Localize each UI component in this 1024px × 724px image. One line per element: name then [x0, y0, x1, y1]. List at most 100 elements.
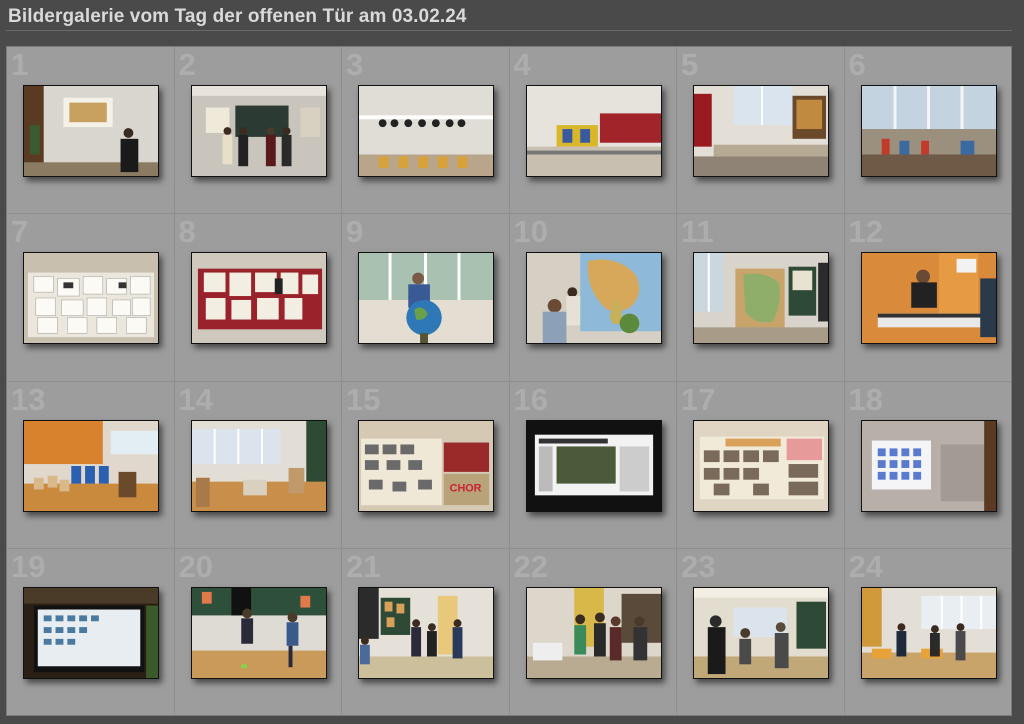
gallery-cell[interactable]: 8: [174, 214, 341, 381]
gallery-item-number: 17: [681, 381, 716, 417]
gallery-thumbnail[interactable]: [190, 419, 327, 512]
thumbnail-image: [359, 253, 493, 344]
gallery-thumbnail[interactable]: [190, 85, 327, 177]
gallery-thumbnail[interactable]: CHOR: [358, 419, 494, 512]
thumbnail-image: [526, 86, 661, 176]
gallery-item-number: 11: [681, 214, 714, 250]
gallery-thumbnail[interactable]: [190, 252, 327, 345]
gallery-cell[interactable]: 16: [509, 381, 676, 548]
gallery-thumbnail[interactable]: [190, 586, 327, 679]
gallery-thumbnail[interactable]: [525, 85, 662, 177]
gallery-cell[interactable]: 11: [677, 214, 844, 381]
gallery-thumbnail[interactable]: [860, 419, 997, 512]
thumbnail-image: [526, 253, 661, 344]
gallery-item-number: 18: [848, 381, 883, 417]
gallery-item-number: 19: [11, 548, 46, 584]
thumbnail-image: [526, 420, 661, 511]
thumbnail-image: [694, 587, 828, 678]
gallery-cell[interactable]: 15 CHOR: [342, 381, 509, 548]
gallery-item-number: 13: [11, 381, 46, 417]
thumbnail-image: [861, 86, 996, 176]
svg-text:CHOR: CHOR: [450, 482, 482, 494]
gallery-item-number: 3: [346, 47, 364, 82]
thumbnail-image: [861, 587, 996, 678]
gallery-thumbnail[interactable]: [358, 586, 494, 679]
gallery-item-number: 20: [178, 548, 213, 584]
gallery-thumbnail[interactable]: [23, 85, 159, 177]
thumbnail-image: [24, 86, 158, 176]
gallery-cell[interactable]: 24: [844, 548, 1011, 715]
gallery-cell[interactable]: 4: [509, 47, 676, 214]
gallery-cell[interactable]: 12: [844, 214, 1011, 381]
gallery-cell[interactable]: 9: [342, 214, 509, 381]
gallery-thumbnail[interactable]: [693, 419, 829, 512]
gallery-cell[interactable]: 1: [7, 47, 174, 214]
gallery-item-number: 2: [178, 47, 196, 82]
gallery-thumbnail[interactable]: [860, 85, 997, 177]
gallery-item-number: 7: [11, 214, 29, 250]
gallery-item-number: 6: [848, 47, 866, 82]
gallery-thumbnail[interactable]: [525, 419, 662, 512]
gallery-thumbnail[interactable]: [693, 586, 829, 679]
gallery-cell[interactable]: 3: [342, 47, 509, 214]
gallery-cell[interactable]: 6: [844, 47, 1011, 214]
gallery-item-number: 21: [346, 548, 381, 584]
gallery-cell[interactable]: 2: [174, 47, 341, 214]
gallery-thumbnail[interactable]: [23, 419, 159, 512]
gallery-cell[interactable]: 19: [7, 548, 174, 715]
thumbnail-image: [359, 587, 493, 678]
gallery-thumbnail[interactable]: [23, 252, 159, 345]
thumbnail-image: [694, 86, 828, 176]
gallery-item-number: 15: [346, 381, 381, 417]
gallery-item-number: 4: [513, 47, 531, 82]
gallery-item-number: 9: [346, 214, 364, 250]
gallery-item-number: 22: [513, 548, 548, 584]
thumbnail-image: CHOR: [359, 420, 493, 511]
gallery-cell[interactable]: 22: [509, 548, 676, 715]
thumbnail-image: [191, 253, 326, 344]
gallery-cell[interactable]: 7: [7, 214, 174, 381]
gallery-thumbnail[interactable]: [860, 252, 997, 345]
gallery-cell[interactable]: 10: [509, 214, 676, 381]
gallery-thumbnail[interactable]: [358, 85, 494, 177]
gallery-thumbnail[interactable]: [525, 586, 662, 679]
gallery-item-number: 10: [513, 214, 548, 250]
gallery-cell[interactable]: 5: [677, 47, 844, 214]
thumbnail-image: [861, 420, 996, 511]
gallery-cell[interactable]: 23: [677, 548, 844, 715]
title-bar: Bildergalerie vom Tag der offenen Tür am…: [0, 0, 1024, 36]
gallery-item-number: 5: [681, 47, 699, 82]
title-divider: [6, 30, 1012, 31]
gallery-thumbnail[interactable]: [23, 586, 159, 679]
gallery-item-number: 1: [11, 47, 29, 82]
gallery-grid: 1 2 3 4 5 6 7 8 9 10 11 12 13 14 15 CHOR 16 17 18 19 20 21 22 2…: [6, 46, 1012, 716]
gallery-item-number: 23: [681, 548, 716, 584]
gallery-cell[interactable]: 18: [844, 381, 1011, 548]
thumbnail-image: [694, 253, 828, 344]
gallery-item-number: 24: [848, 548, 883, 584]
thumbnail-image: [694, 420, 828, 511]
thumbnail-image: [191, 420, 326, 511]
thumbnail-image: [191, 86, 326, 176]
gallery-thumbnail[interactable]: [860, 586, 997, 679]
thumbnail-image: [191, 587, 326, 678]
gallery-item-number: 8: [178, 214, 196, 250]
gallery-cell[interactable]: 21: [342, 548, 509, 715]
gallery-cell[interactable]: 13: [7, 381, 174, 548]
thumbnail-image: [861, 253, 996, 344]
thumbnail-image: [359, 86, 493, 176]
gallery-thumbnail[interactable]: [525, 252, 662, 345]
gallery-item-number: 14: [178, 381, 213, 417]
gallery-cell[interactable]: 20: [174, 548, 341, 715]
gallery-thumbnail[interactable]: [693, 252, 829, 345]
gallery-item-number: 12: [848, 214, 883, 250]
thumbnail-image: [24, 587, 158, 678]
thumbnail-image: [24, 253, 158, 344]
page-title: Bildergalerie vom Tag der offenen Tür am…: [8, 6, 467, 27]
gallery-thumbnail[interactable]: [693, 85, 829, 177]
thumbnail-image: [24, 420, 158, 511]
thumbnail-image: [526, 587, 661, 678]
gallery-thumbnail[interactable]: [358, 252, 494, 345]
gallery-cell[interactable]: 17: [677, 381, 844, 548]
gallery-cell[interactable]: 14: [174, 381, 341, 548]
